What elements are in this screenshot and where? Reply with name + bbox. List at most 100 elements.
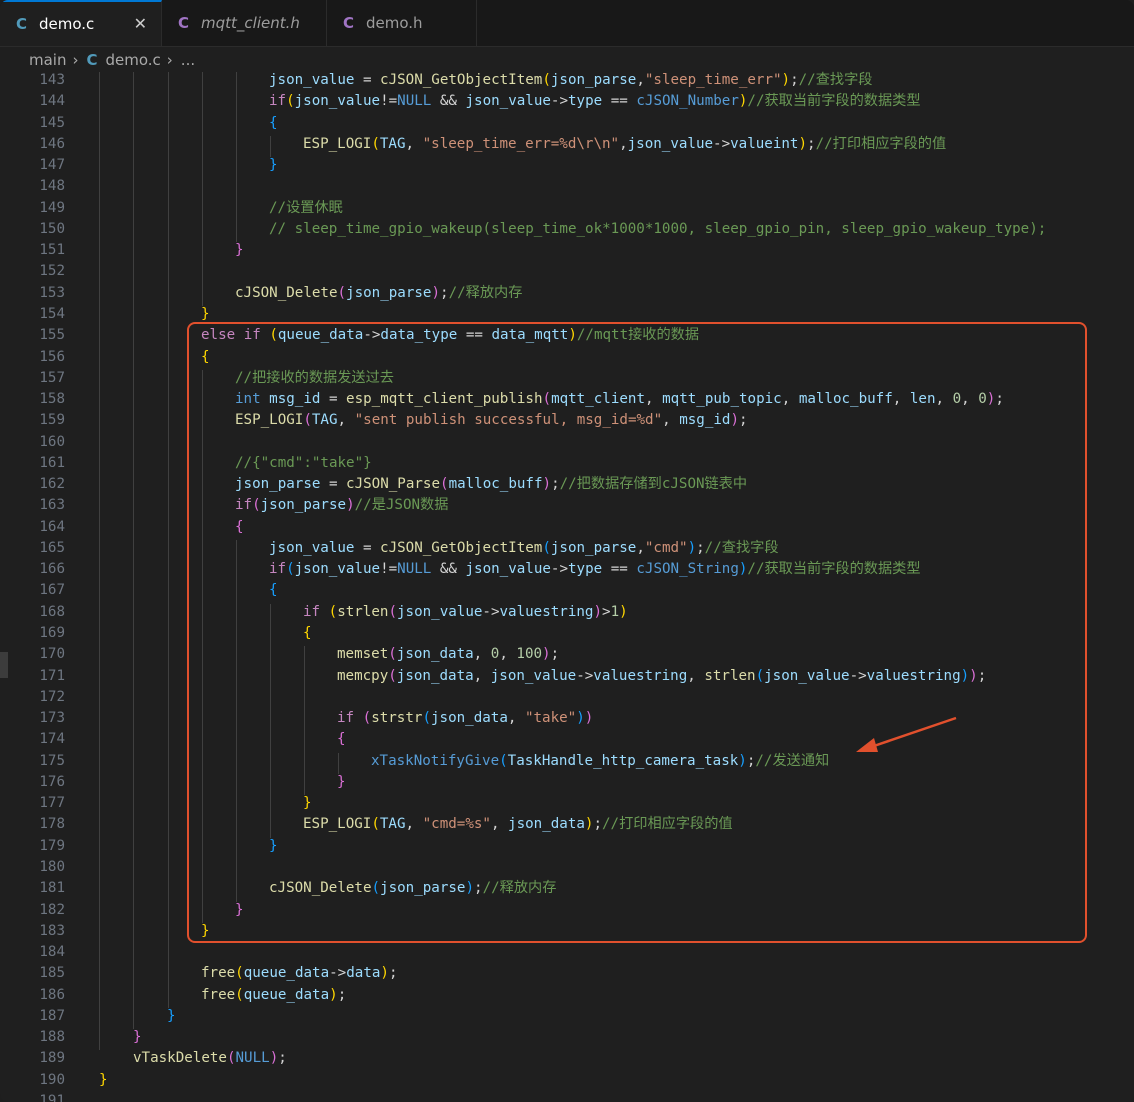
code-line[interactable]: 170 memset(json_data, 0, 100); [0,644,1134,665]
code-token: strstr [371,710,423,727]
breadcrumb-file[interactable]: demo.c [106,51,161,69]
code-token: ) [687,539,697,556]
code-line[interactable]: 146 ESP_LOGI(TAG, "sleep_time_err=%d\r\n"… [0,134,1134,155]
code-line[interactable]: 174 { [0,729,1134,750]
code-line[interactable]: 147} [0,155,1134,176]
code-line[interactable]: 176} [0,772,1134,793]
code-line[interactable]: 185 free(queue_data->data); [0,963,1134,984]
code-line[interactable]: 149 //设置休眠 [0,198,1134,219]
code-editor[interactable]: 143 json_value = cJSON_GetObjectItem(json… [0,70,1134,1102]
code-token: ) [798,135,808,152]
line-number: 172 [39,688,65,705]
code-line[interactable]: 188} [0,1027,1134,1048]
code-line[interactable]: 173 if (strstr(json_data, "take")) [0,708,1134,729]
code-token: , [892,391,910,408]
code-line[interactable]: 160 [0,432,1134,453]
code-line[interactable]: 150 // sleep_time_gpio_wakeup(sleep_time_… [0,219,1134,240]
code-line[interactable]: 180 [0,857,1134,878]
code-line[interactable]: 191 [0,1091,1134,1102]
code-line[interactable]: 169 { [0,623,1134,644]
line-number: 189 [39,1050,65,1067]
code-token: ( [542,539,551,556]
code-line[interactable]: 144 if(json_value!=NULL && json_value->ty… [0,91,1134,112]
code-line[interactable]: 148 [0,176,1134,197]
code-token: != [380,561,398,578]
code-line[interactable]: 164 { [0,517,1134,538]
code-line[interactable]: 189 vTaskDelete(NULL); [0,1048,1134,1069]
code-line[interactable]: 182} [0,900,1134,921]
breadcrumb-folder[interactable]: main [29,51,66,69]
code-line[interactable]: 166 if(json_value!=NULL && json_value->ty… [0,559,1134,580]
code-token: json_value [294,93,381,110]
code-line[interactable]: 152 [0,261,1134,282]
code-line[interactable]: 163 if(json_parse)//是JSON数据 [0,495,1134,516]
code-line[interactable]: 181 cJSON_Delete(json_parse);//释放内存 [0,878,1134,899]
line-number: 163 [39,497,65,514]
code-token: ) [568,327,577,344]
code-token: if [269,561,287,578]
code-token: { [235,518,244,535]
code-token: json_value [294,561,381,578]
c-file-icon: C [16,15,28,33]
code-line[interactable]: 167 { [0,580,1134,601]
code-token: ; [551,476,560,493]
code-line[interactable]: 187} [0,1006,1134,1027]
close-icon[interactable]: ✕ [134,14,147,33]
code-token: ) [542,476,552,493]
code-line[interactable]: 145 { [0,113,1134,134]
code-token: cJSON_String [636,561,739,578]
code-text: json_parse = cJSON_Parse(malloc_buff);//… [235,474,747,495]
code-token: malloc_buff [448,476,543,493]
code-token: //打印相应字段的值 [602,816,733,833]
code-line[interactable]: 155 else if (queue_data->data_type == dat… [0,325,1134,346]
code-line[interactable]: 143 json_value = cJSON_GetObjectItem(json… [0,70,1134,91]
code-token: ; [807,135,816,152]
code-line[interactable]: 172 [0,687,1134,708]
code-token: if [337,710,355,727]
tab-demo-h[interactable]: C demo.h [327,0,477,46]
code-line[interactable]: 161 //{"cmd":"take"} [0,453,1134,474]
line-number: 158 [39,391,65,408]
code-line[interactable]: 179} [0,836,1134,857]
code-text: } [133,1027,142,1048]
code-token: ; [440,284,449,301]
code-token: != [380,93,398,110]
code-line[interactable]: 158 int msg_id = esp_mqtt_client_publish(… [0,389,1134,410]
code-token: json_value [465,93,551,110]
code-token: //{"cmd":"take"} [235,454,372,471]
code-token: //查找字段 [798,72,873,88]
code-token: NULL [397,93,432,110]
line-number: 161 [39,454,65,471]
tab-demo-c[interactable]: C demo.c ✕ [0,0,162,46]
code-token: } [167,1007,176,1024]
code-line[interactable]: 157 //把接收的数据发送过去 [0,368,1134,389]
tab-mqtt-client-h[interactable]: C mqtt_client.h [162,0,327,46]
line-number: 143 [39,72,65,88]
code-line[interactable]: 184 [0,942,1134,963]
code-line[interactable]: 186 free(queue_data); [0,985,1134,1006]
code-line[interactable]: 162 json_parse = cJSON_Parse(malloc_buff)… [0,474,1134,495]
code-line[interactable]: 183} [0,921,1134,942]
code-line[interactable]: 153 cJSON_Delete(json_parse);//释放内存 [0,283,1134,304]
code-text: json_value = cJSON_GetObjectItem(json_pa… [269,538,779,559]
code-token: json_value [396,603,483,620]
code-token: } [133,1029,142,1046]
line-number: 170 [39,646,65,663]
line-number: 159 [39,412,65,429]
code-line[interactable]: 178 ESP_LOGI(TAG, "cmd=%s", json_data);//… [0,814,1134,835]
code-token: ( [269,327,278,344]
breadcrumb-rest[interactable]: ... [181,51,195,69]
line-number: 146 [39,135,65,152]
code-line[interactable]: 175 xTaskNotifyGive(TaskHandle_http_camer… [0,751,1134,772]
code-line[interactable]: 190} [0,1070,1134,1091]
code-token: ( [371,880,381,897]
code-line[interactable]: 168 if (strlen(json_value->valuestring)>1… [0,602,1134,623]
code-line[interactable]: 156 { [0,347,1134,368]
code-line[interactable]: 165 json_value = cJSON_GetObjectItem(json… [0,538,1134,559]
code-line[interactable]: 171 memcpy(json_data, json_value->valuest… [0,666,1134,687]
code-line[interactable]: 154} [0,304,1134,325]
code-line[interactable]: 159 ESP_LOGI(TAG, "sent publish successfu… [0,410,1134,431]
code-token: -> [576,667,594,684]
code-line[interactable]: 177} [0,793,1134,814]
code-line[interactable]: 151} [0,240,1134,261]
